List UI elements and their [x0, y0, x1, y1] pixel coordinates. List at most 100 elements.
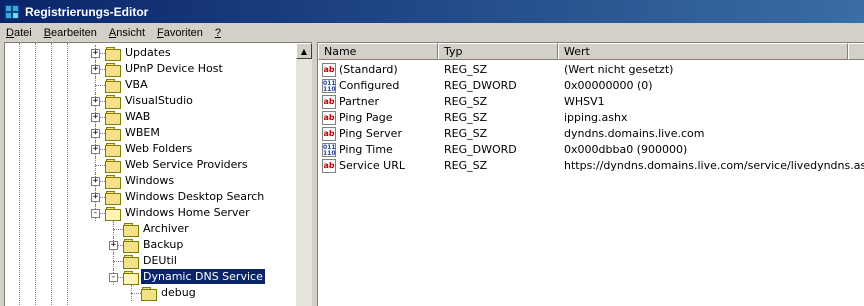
tree-node-label[interactable]: Windows [123, 173, 176, 188]
tree-branch-line [95, 85, 105, 86]
tree-node[interactable]: + VisualStudio [5, 93, 295, 109]
tree-node[interactable]: + WBEM [5, 125, 295, 141]
collapse-icon[interactable]: - [109, 273, 118, 282]
column-header-type[interactable]: Typ [438, 43, 558, 60]
column-header-name[interactable]: Name [318, 43, 438, 60]
folder-icon [105, 79, 121, 93]
value-row[interactable]: ab (Standard) REG_SZ (Wert nicht gesetzt) [318, 62, 864, 78]
collapse-icon[interactable]: - [91, 209, 100, 218]
folder-icon [123, 255, 139, 269]
string-value-icon: ab [322, 127, 336, 141]
string-value-icon: ab [322, 95, 336, 109]
menu-accelerator: D [6, 26, 14, 39]
expand-icon[interactable]: + [91, 145, 100, 154]
tree-node-label[interactable]: UPnP Device Host [123, 61, 225, 76]
value-list-pane[interactable]: Name Typ Wert ab (Standard) REG_SZ (Wert ni… [317, 42, 864, 306]
string-value-icon: ab [322, 63, 336, 77]
tree-node-label[interactable]: Web Service Providers [123, 157, 250, 172]
tree-node-label[interactable]: Backup [141, 237, 185, 252]
tree-node-label[interactable]: Archiver [141, 221, 191, 236]
menu-label-rest: earbeiten [51, 26, 97, 39]
tree-node-label[interactable]: WBEM [123, 125, 162, 140]
tree-node[interactable]: - Windows Home Server [5, 205, 295, 221]
title-bar[interactable]: Registrierungs-Editor [0, 0, 864, 23]
folder-icon [105, 191, 121, 205]
expand-icon[interactable]: + [91, 193, 100, 202]
value-row[interactable]: ab Ping Server REG_SZ dyndns.domains.live.c… [318, 126, 864, 142]
tree-node[interactable]: DEUtil [5, 253, 295, 269]
tree-node-label[interactable]: Updates [123, 45, 173, 60]
value-type: REG_DWORD [444, 143, 517, 156]
tree-node[interactable]: + Backup [5, 237, 295, 253]
tree-node[interactable]: Web Service Providers [5, 157, 295, 173]
tree-node[interactable]: - Dynamic DNS Service [5, 268, 295, 285]
tree-node[interactable]: Archiver [5, 221, 295, 237]
value-row[interactable]: 011 110 Configured REG_DWORD 0x00000000 (0) [318, 78, 864, 94]
expand-icon[interactable]: + [91, 97, 100, 106]
menu-item-1[interactable]: Bearbeiten [38, 27, 103, 39]
tree-node[interactable]: + UPnP Device Host [5, 61, 295, 77]
value-row[interactable]: ab Ping Page REG_SZ ipping.ashx [318, 110, 864, 126]
string-value-icon: ab [322, 159, 336, 173]
tree-node-label[interactable]: WAB [123, 109, 152, 124]
folder-icon [105, 127, 121, 141]
folder-icon [105, 95, 121, 109]
menu-label-rest: atei [13, 26, 32, 39]
tree-node-label[interactable]: VisualStudio [123, 93, 195, 108]
value-data: ipping.ashx [564, 111, 628, 124]
menu-item-3[interactable]: Favoriten [151, 27, 209, 39]
value-name: Configured [339, 79, 400, 92]
tree-node[interactable]: + Web Folders [5, 141, 295, 157]
tree-scrollbar[interactable]: ▲ [296, 43, 312, 306]
folder-icon [141, 287, 157, 301]
menu-item-0[interactable]: Datei [0, 27, 38, 39]
tree-pane[interactable]: ▲ + Updates + UPnP Device Host VBA + VisualStu… [4, 42, 312, 306]
tree-node-label[interactable]: VBA [123, 77, 150, 92]
expand-icon[interactable]: + [91, 113, 100, 122]
folder-icon [105, 63, 121, 77]
value-row[interactable]: ab Partner REG_SZ WHSV1 [318, 94, 864, 110]
tree-node-label[interactable]: Dynamic DNS Service [140, 268, 266, 285]
folder-icon [123, 223, 139, 237]
menu-item-2[interactable]: Ansicht [103, 27, 151, 39]
expand-icon[interactable]: + [91, 49, 100, 58]
string-value-icon: ab [322, 111, 336, 125]
tree-node[interactable]: VBA [5, 77, 295, 93]
expand-icon[interactable]: + [91, 65, 100, 74]
menu-label-rest: avoriten [163, 26, 203, 39]
tree-node[interactable]: debug [5, 285, 295, 301]
menu-accelerator: F [157, 26, 164, 39]
menu-item-4[interactable]: ? [209, 27, 227, 39]
folder-icon [105, 175, 121, 189]
expand-icon[interactable]: + [109, 241, 118, 250]
binary-value-icon: 011 110 [322, 143, 336, 157]
value-name: (Standard) [339, 63, 398, 76]
tree-node-label[interactable]: DEUtil [141, 253, 179, 268]
value-name: Ping Time [339, 143, 393, 156]
value-row[interactable]: ab Service URL REG_SZ https://dyndns.domain… [318, 158, 864, 174]
tree-branch-line [113, 261, 123, 262]
value-data: dyndns.domains.live.com [564, 127, 705, 140]
tree-node[interactable]: + Windows [5, 173, 295, 189]
tree-node[interactable]: + Windows Desktop Search [5, 189, 295, 205]
column-header-filler [848, 43, 864, 60]
tree-node-label[interactable]: debug [159, 285, 198, 300]
tree-node[interactable]: + Updates [5, 45, 295, 61]
value-name: Ping Server [339, 127, 402, 140]
tree-node[interactable]: + WAB [5, 109, 295, 125]
value-type: REG_SZ [444, 63, 488, 76]
folder-open-icon [123, 271, 139, 285]
tree-node-label[interactable]: Windows Home Server [123, 205, 252, 220]
column-header-value[interactable]: Wert [558, 43, 848, 60]
value-name: Ping Page [339, 111, 393, 124]
value-row[interactable]: 011 110 Ping Time REG_DWORD 0x000dbba0 (900… [318, 142, 864, 158]
expand-icon[interactable]: + [91, 129, 100, 138]
value-type: REG_DWORD [444, 79, 517, 92]
value-data: (Wert nicht gesetzt) [564, 63, 674, 76]
folder-icon [105, 159, 121, 173]
expand-icon[interactable]: + [91, 177, 100, 186]
value-name: Partner [339, 95, 379, 108]
tree-node-label[interactable]: Web Folders [123, 141, 194, 156]
tree-node-label[interactable]: Windows Desktop Search [123, 189, 266, 204]
scroll-up-button[interactable]: ▲ [296, 43, 312, 59]
